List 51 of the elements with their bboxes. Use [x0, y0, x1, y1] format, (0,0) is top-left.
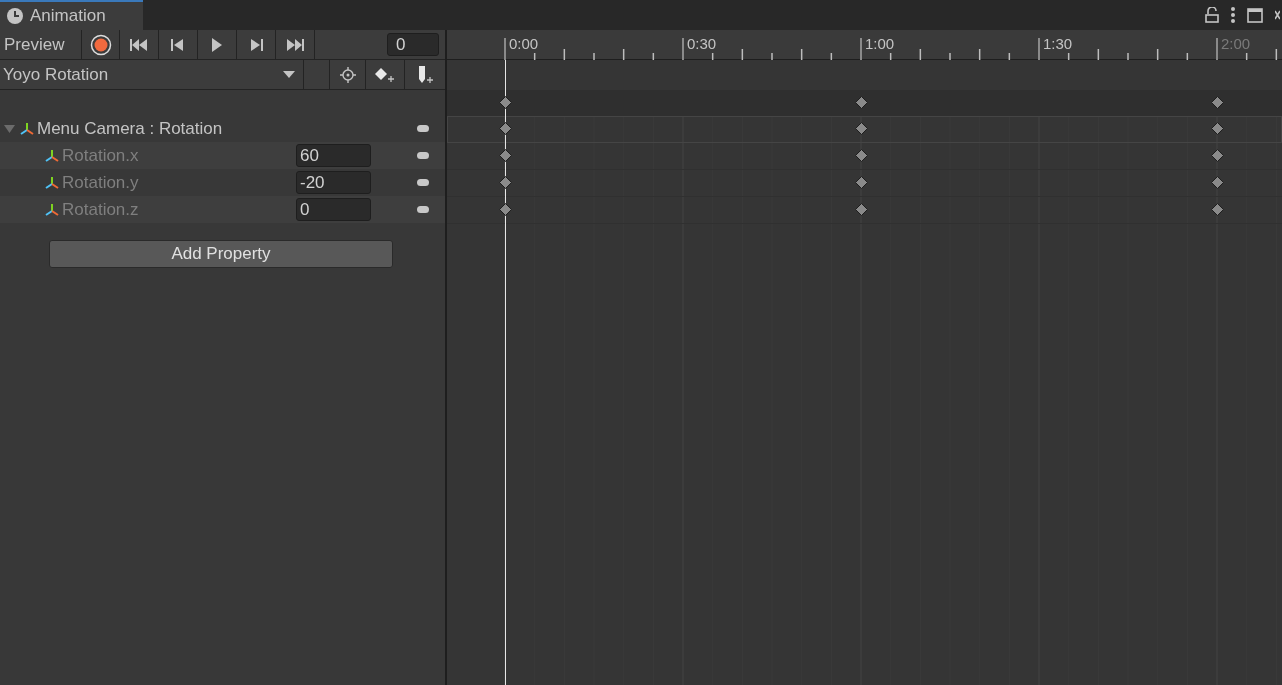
clock-icon [6, 7, 24, 25]
time-ruler[interactable]: 0:00 0:30 1:00 1:30 2:00 [447, 30, 1282, 60]
add-keyframe-icon [374, 66, 396, 83]
time-label: 0:30 [687, 36, 717, 52]
next-key-icon [249, 37, 263, 52]
time-label: 2:00 [1221, 36, 1251, 52]
maximize-icon[interactable] [1247, 7, 1263, 23]
last-key-icon [286, 37, 304, 52]
keyframe-icon[interactable] [499, 122, 512, 135]
keyframe-icon[interactable] [1211, 96, 1224, 109]
property-row[interactable]: Rotation.z 0 [0, 196, 445, 223]
keyframe-icon[interactable] [499, 96, 512, 109]
keyframe-icon[interactable] [1211, 122, 1224, 135]
value-field[interactable]: 0 [296, 198, 371, 221]
keyframe-icon[interactable] [855, 149, 868, 162]
keyframe-icon[interactable] [855, 122, 868, 135]
keyframe-icon[interactable] [499, 203, 512, 216]
previous-key-icon [171, 37, 185, 52]
axis-icon [44, 175, 60, 190]
keyframe-icon[interactable] [1211, 176, 1224, 189]
keyframe-icon[interactable] [1211, 203, 1224, 216]
keyframe-track[interactable] [447, 116, 1282, 143]
time-label: 0:00 [509, 36, 539, 52]
keyframe-icon[interactable] [1211, 149, 1224, 162]
lock-icon[interactable] [1205, 7, 1219, 23]
keyframe-icon[interactable] [855, 176, 868, 189]
target-icon [339, 66, 356, 83]
animation-tab[interactable]: Animation [0, 0, 143, 30]
axis-icon [44, 148, 60, 163]
value-field[interactable]: -20 [296, 171, 371, 194]
summary-track[interactable] [447, 90, 1282, 116]
keyframe-icon[interactable] [499, 176, 512, 189]
more-icon[interactable] [1231, 7, 1235, 23]
play-icon [211, 36, 223, 53]
time-label: 1:00 [865, 36, 895, 52]
record-icon [89, 33, 112, 56]
first-key-icon [130, 37, 148, 52]
caret-icon [283, 70, 295, 79]
playhead-line[interactable] [505, 60, 506, 685]
keyframe-icon[interactable] [855, 203, 868, 216]
keyframe-icon[interactable] [499, 149, 512, 162]
close-icon[interactable] [1275, 8, 1280, 22]
preview-label[interactable]: Preview [0, 29, 82, 60]
value-field[interactable]: 60 [296, 144, 371, 167]
time-label: 1:30 [1043, 36, 1073, 52]
add-property-button[interactable]: Add Property [49, 240, 393, 268]
frame-field[interactable]: 0 [387, 33, 439, 56]
axis-icon [19, 121, 35, 136]
axis-icon [44, 202, 60, 217]
property-row[interactable]: Rotation.x 60 [0, 142, 445, 169]
keyframe-icon[interactable] [855, 96, 868, 109]
